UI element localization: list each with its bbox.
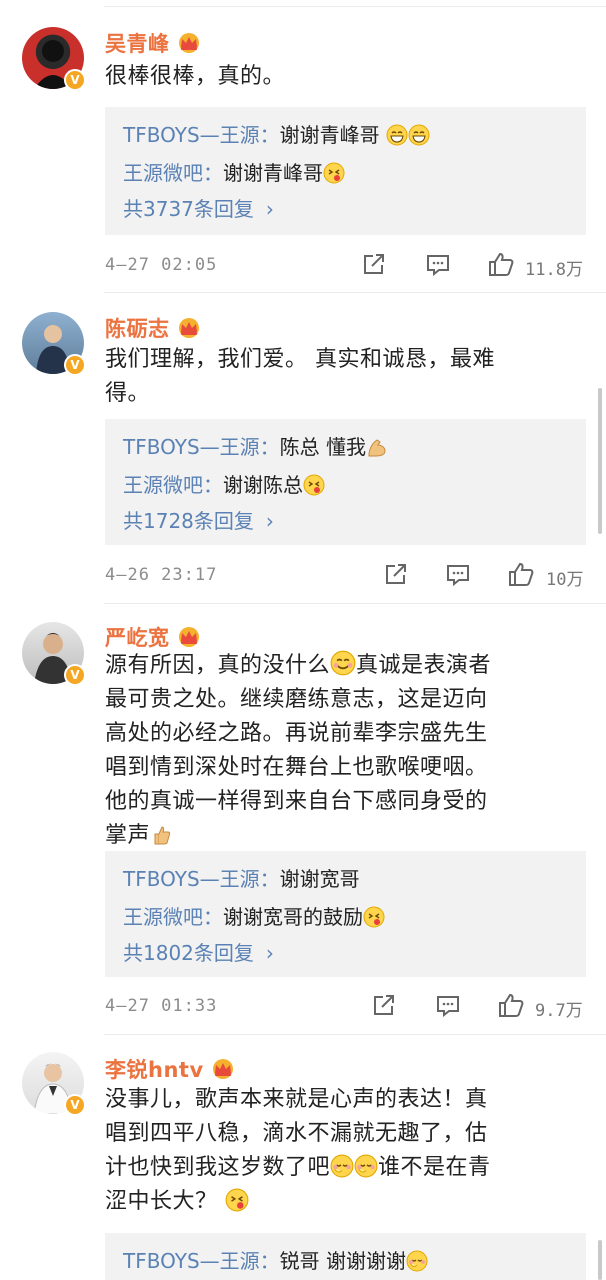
- reply-user[interactable]: TFBOYS—王源：: [123, 123, 280, 147]
- reply-user[interactable]: 王源微吧：: [123, 161, 223, 185]
- kiss-emoji-icon: [323, 162, 345, 184]
- text-line: 他的真诚一样得到来自台下感同身受的: [105, 789, 488, 814]
- username[interactable]: 吴青峰: [105, 28, 170, 58]
- like-icon[interactable]: [497, 992, 525, 1018]
- comment-meta: 4—26 23:17 10万: [105, 561, 586, 591]
- comment-text: 我们理解，我们爱。 真实和诚恳，最难 得。: [105, 343, 585, 411]
- like-count: 11.8万: [525, 260, 583, 280]
- reply-item: TFBOYS—王源：陈总 懂我: [123, 431, 388, 460]
- like-icon[interactable]: [487, 251, 515, 277]
- kiss-emoji-icon: [303, 474, 325, 496]
- text-line: 涩中长大？: [105, 1185, 585, 1219]
- reply-text: 谢谢宽哥的鼓励: [223, 905, 363, 929]
- reply-user[interactable]: TFBOYS—王源：: [123, 435, 280, 459]
- comment-meta: 4—27 01:33 9.7万: [105, 992, 586, 1022]
- chevron-right-icon: ›: [265, 197, 274, 221]
- divider: [104, 292, 606, 293]
- comment-icon[interactable]: [435, 992, 461, 1018]
- comment-text: 没事儿，歌声本来就是心声的表达！真 唱到四平八稳，滴水不漏就无趣了，估 计也快到…: [105, 1083, 585, 1219]
- text-line: 我们理解，我们爱。 真实和诚恳，最难: [105, 347, 495, 372]
- username[interactable]: 陈砺志: [105, 313, 170, 343]
- reply-text: 谢谢青峰哥: [223, 161, 323, 185]
- text-line: 计也快到我这岁数了吧 谁不是在青: [105, 1154, 491, 1180]
- more-replies-link[interactable]: 共3737条回复 ›: [123, 193, 274, 222]
- muscle-emoji-icon: [366, 436, 388, 458]
- reply-item: TFBOYS—王源：谢谢青峰哥: [123, 119, 430, 148]
- scrollbar[interactable]: [598, 388, 602, 534]
- text-line: 得。: [105, 381, 151, 406]
- timestamp: 4—27 02:05: [105, 255, 218, 275]
- verified-icon: V: [64, 1094, 86, 1116]
- text-line: 高处的必经之路。再说前辈李宗盛先生: [105, 721, 488, 746]
- blush-emoji-icon: [406, 1250, 428, 1272]
- chevron-right-icon: ›: [265, 941, 274, 965]
- avatar[interactable]: V: [22, 622, 86, 686]
- like-count: 9.7万: [535, 1001, 583, 1021]
- username[interactable]: 李锐hntv: [105, 1054, 204, 1084]
- reply-text: 谢谢青峰哥: [279, 123, 387, 147]
- comment-icon[interactable]: [425, 251, 451, 277]
- comment-icon[interactable]: [445, 561, 471, 587]
- grin-emoji-icon: [386, 124, 408, 146]
- text-line: 最可贵之处。继续磨练意志，这是迈向: [105, 687, 488, 712]
- text-line: 唱到四平八稳，滴水不漏就无趣了，估: [105, 1121, 488, 1146]
- text-line: 唱到情到深处时在舞台上也歌喉哽咽。: [105, 755, 488, 780]
- reply-item: TFBOYS—王源：谢谢宽哥: [123, 863, 360, 892]
- share-icon[interactable]: [383, 561, 409, 587]
- share-icon[interactable]: [361, 251, 387, 277]
- divider: [104, 603, 606, 604]
- crown-icon: [176, 626, 202, 648]
- comment-text: 源有所因，真的没什么 真诚是表演者 最可贵之处。继续磨练意志，这是迈向 高处的必经…: [105, 649, 585, 853]
- like-icon[interactable]: [507, 561, 535, 587]
- text-line: 没事儿，歌声本来就是心声的表达！真: [105, 1087, 488, 1112]
- username[interactable]: 严屹宽: [105, 622, 170, 652]
- thumbs-up-emoji-icon: [150, 824, 172, 846]
- grin-emoji-icon: [408, 124, 430, 146]
- timestamp: 4—26 23:17: [105, 565, 218, 585]
- crown-icon: [176, 317, 202, 339]
- blush-emoji-icon: [330, 1154, 354, 1178]
- blush-emoji-icon: [354, 1154, 378, 1178]
- reply-item: 王源微吧：谢谢宽哥的鼓励: [123, 901, 385, 930]
- reply-text: 谢谢陈总: [223, 473, 303, 497]
- top-divider: [104, 6, 606, 7]
- like-count: 10万: [546, 570, 584, 590]
- crown-icon: [176, 32, 202, 54]
- text-line: 掌声: [105, 819, 585, 853]
- reply-item: 王源微吧：谢谢青峰哥: [123, 157, 345, 186]
- reply-user[interactable]: TFBOYS—王源：: [123, 1249, 280, 1273]
- text-line: 源有所因，真的没什么 真诚是表演者: [105, 649, 585, 683]
- reply-text: 陈总 懂我: [279, 435, 367, 459]
- more-replies-link[interactable]: 共1802条回复 ›: [123, 937, 274, 966]
- comment-meta: 4—27 02:05 11.8万: [105, 251, 586, 281]
- share-icon[interactable]: [371, 992, 397, 1018]
- more-replies-link[interactable]: 共1728条回复 ›: [123, 505, 274, 534]
- divider: [104, 1034, 606, 1035]
- reply-box[interactable]: TFBOYS—王源：锐哥 谢谢谢谢: [105, 1233, 586, 1280]
- verified-icon: V: [64, 354, 86, 376]
- chevron-right-icon: ›: [265, 509, 274, 533]
- reply-user[interactable]: TFBOYS—王源：: [123, 867, 280, 891]
- avatar[interactable]: V: [22, 312, 86, 376]
- verified-icon: V: [64, 664, 86, 686]
- smile-emoji-icon: [330, 650, 356, 676]
- reply-item: TFBOYS—王源：锐哥 谢谢谢谢: [123, 1245, 428, 1274]
- kiss-emoji-icon: [225, 1188, 249, 1212]
- reply-item: 王源微吧：谢谢陈总: [123, 469, 325, 498]
- avatar[interactable]: V: [22, 27, 86, 91]
- reply-box[interactable]: TFBOYS—王源：谢谢青峰哥 王源微吧：谢谢青峰哥 共3737条回复 ›: [105, 107, 586, 235]
- scrollbar-bottom[interactable]: [598, 1240, 602, 1280]
- reply-box[interactable]: TFBOYS—王源：谢谢宽哥 王源微吧：谢谢宽哥的鼓励 共1802条回复 ›: [105, 851, 586, 977]
- reply-box[interactable]: TFBOYS—王源：陈总 懂我 王源微吧：谢谢陈总 共1728条回复 ›: [105, 419, 586, 545]
- reply-text: 谢谢宽哥: [279, 867, 360, 891]
- crown-icon: [210, 1058, 236, 1080]
- kiss-emoji-icon: [363, 906, 385, 928]
- reply-user[interactable]: 王源微吧：: [123, 905, 223, 929]
- reply-user[interactable]: 王源微吧：: [123, 473, 223, 497]
- comment-text: 很棒很棒，真的。: [105, 64, 286, 89]
- avatar[interactable]: V: [22, 1052, 86, 1116]
- reply-text: 锐哥 谢谢谢谢: [279, 1249, 407, 1273]
- timestamp: 4—27 01:33: [105, 996, 218, 1016]
- verified-icon: V: [64, 69, 86, 91]
